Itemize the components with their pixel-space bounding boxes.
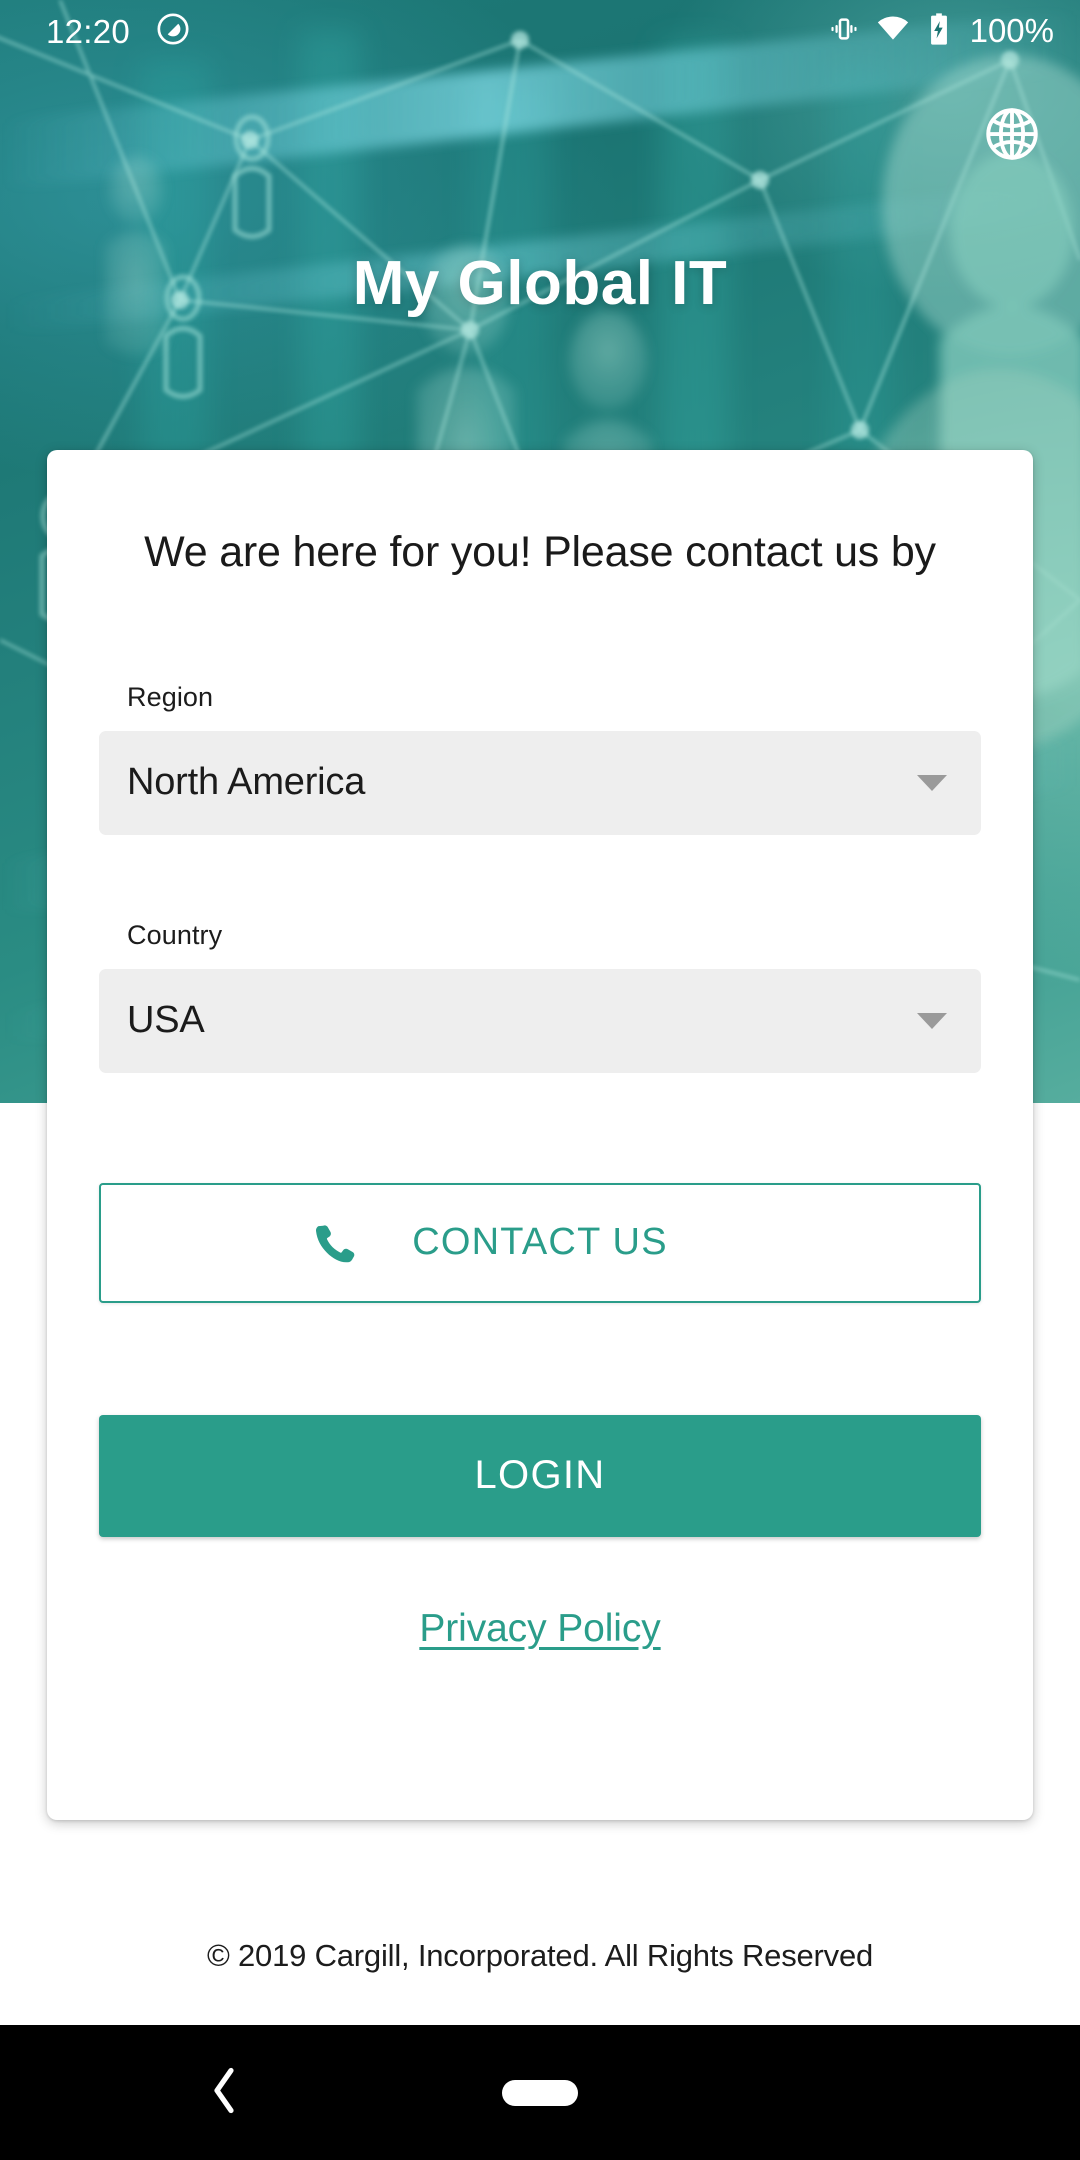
chevron-down-icon xyxy=(917,774,947,791)
language-globe-button[interactable] xyxy=(974,98,1050,174)
status-bar-left: 12:20 xyxy=(46,12,190,51)
card-heading: We are here for you! Please contact us b… xyxy=(144,528,936,576)
region-selected-value: North America xyxy=(127,761,366,804)
country-label: Country xyxy=(127,919,223,950)
chevron-down-icon xyxy=(917,1012,947,1029)
battery-percentage: 100% xyxy=(969,12,1054,49)
phone-icon xyxy=(311,1221,355,1265)
login-label: LOGIN xyxy=(474,1453,606,1498)
contact-us-button[interactable]: CONTACT US xyxy=(99,1182,981,1303)
contact-card: We are here for you! Please contact us b… xyxy=(47,450,1033,1820)
android-navigation-bar xyxy=(0,2025,1080,2160)
region-field-group: Region North America xyxy=(99,682,981,835)
page-title: My Global IT xyxy=(352,249,728,318)
vibrate-icon xyxy=(828,13,860,50)
privacy-policy-container: Privacy Policy xyxy=(99,1607,981,1651)
privacy-policy-link[interactable]: Privacy Policy xyxy=(419,1607,660,1650)
country-field-group: Country USA xyxy=(99,920,981,1073)
battery-charging-icon xyxy=(926,12,952,51)
login-button[interactable]: LOGIN xyxy=(99,1414,981,1537)
country-select[interactable]: USA xyxy=(99,968,981,1073)
back-chevron-icon[interactable] xyxy=(205,2062,245,2123)
copyright-footer: © 2019 Cargill, Incorporated. All Rights… xyxy=(206,1938,874,1973)
do-not-disturb-icon xyxy=(156,12,190,51)
home-pill-icon[interactable] xyxy=(502,2079,578,2106)
region-select[interactable]: North America xyxy=(99,730,981,835)
contact-us-label: CONTACT US xyxy=(412,1221,668,1264)
country-selected-value: USA xyxy=(127,999,205,1042)
globe-icon xyxy=(981,103,1043,170)
wifi-icon xyxy=(876,12,910,51)
status-bar-right: 100% xyxy=(828,12,1054,51)
region-label: Region xyxy=(127,681,214,712)
status-bar: 12:20 100% xyxy=(0,0,1080,62)
status-bar-clock: 12:20 xyxy=(46,12,131,50)
